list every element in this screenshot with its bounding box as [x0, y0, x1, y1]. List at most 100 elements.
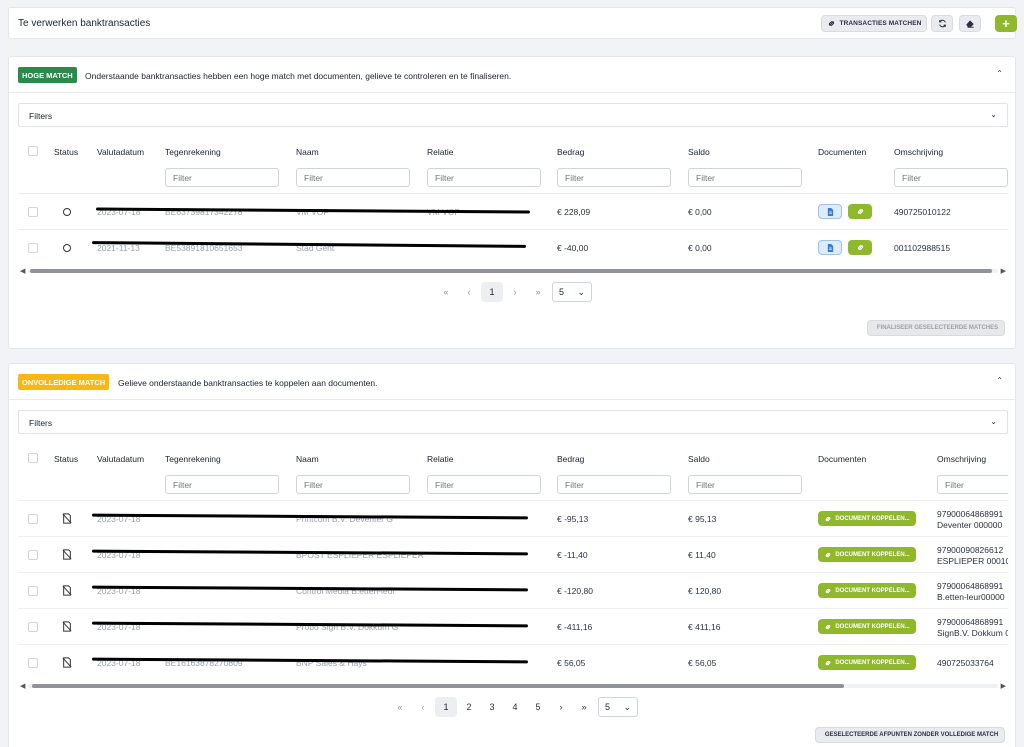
- scroll-thumb[interactable]: [32, 684, 844, 688]
- row-checkbox[interactable]: [28, 550, 38, 560]
- finalize-matches-button[interactable]: FINALISEER GESELECTEERDE MATCHES: [867, 320, 1005, 336]
- filter-tegenrekening-input[interactable]: [165, 475, 279, 494]
- row-checkbox[interactable]: [28, 622, 38, 632]
- high-match-filters[interactable]: Filters ⌄: [18, 103, 1008, 127]
- filter-relatie-input[interactable]: [427, 168, 541, 187]
- filters-label: Filters: [29, 418, 53, 428]
- col-omschrijving[interactable]: Omschrijving: [894, 147, 943, 157]
- row-checkbox[interactable]: [28, 514, 38, 524]
- row-description: 97900064868991 Deventer 000000: [937, 509, 1003, 531]
- chevron-up-icon[interactable]: ⌃: [996, 69, 1003, 78]
- add-button[interactable]: +: [995, 15, 1017, 32]
- scroll-thumb[interactable]: [30, 269, 992, 273]
- filter-tegenrekening-input[interactable]: [165, 168, 279, 187]
- filter-omschrijving-input[interactable]: [894, 168, 1008, 187]
- table-row[interactable]: 2023-07-18 BPOST ESPLIEPER ESPLIEPER € -…: [18, 536, 1008, 572]
- horizontal-scrollbar[interactable]: ◀ ▶: [18, 682, 1008, 690]
- match-transactions-button[interactable]: TRANSACTIES MATCHEN: [821, 15, 927, 32]
- col-bedrag[interactable]: Bedrag: [557, 147, 584, 157]
- row-checkbox[interactable]: [28, 243, 38, 253]
- link-document-button[interactable]: DOCUMENT KOPPELEN...: [818, 619, 916, 634]
- col-omschrijving[interactable]: Omschrijving: [937, 454, 986, 464]
- col-naam[interactable]: Naam: [296, 454, 319, 464]
- filter-saldo-input[interactable]: [688, 168, 802, 187]
- next-page-button[interactable]: ›: [550, 697, 572, 717]
- page-size-select[interactable]: 5 ⌄: [598, 697, 638, 717]
- link-icon: [826, 588, 831, 593]
- page-size-select[interactable]: 5 ⌄: [552, 282, 592, 302]
- col-tegenrekening[interactable]: Tegenrekening: [165, 454, 221, 464]
- first-page-button[interactable]: «: [389, 697, 411, 717]
- eraser-button[interactable]: [959, 15, 981, 32]
- filter-relatie-input[interactable]: [427, 475, 541, 494]
- filter-omschrijving-input[interactable]: [937, 475, 1008, 494]
- col-valutadatum[interactable]: Valutadatum: [97, 454, 144, 464]
- filter-naam-input[interactable]: [296, 475, 410, 494]
- page-button[interactable]: 1: [435, 697, 457, 717]
- link-document-button[interactable]: DOCUMENT KOPPELEN...: [818, 655, 916, 670]
- row-checkbox[interactable]: [28, 586, 38, 596]
- prev-page-button[interactable]: ‹: [458, 282, 480, 302]
- col-saldo[interactable]: Saldo: [688, 454, 710, 464]
- first-page-button[interactable]: «: [435, 282, 457, 302]
- table-row[interactable]: 2023-07-18 Control Media B.etten-leur € …: [18, 572, 1008, 608]
- col-relatie[interactable]: Relatie: [427, 454, 453, 464]
- row-saldo: € 0,00: [688, 207, 712, 217]
- affix-without-match-button[interactable]: GESELECTEERDE AFPUNTEN ZONDER VOLLEDIGE …: [815, 727, 1005, 743]
- page-button[interactable]: 1: [481, 282, 503, 302]
- incomplete-match-filters[interactable]: Filters ⌄: [18, 410, 1008, 434]
- table-row[interactable]: 2021-11-13 BE53891810651653 Stad Gent € …: [18, 229, 1008, 265]
- select-all-checkbox[interactable]: [28, 146, 38, 156]
- row-checkbox[interactable]: [28, 658, 38, 668]
- last-page-button[interactable]: »: [527, 282, 549, 302]
- col-naam[interactable]: Naam: [296, 147, 319, 157]
- scroll-right-icon[interactable]: ▶: [1001, 267, 1006, 275]
- link-document-button[interactable]: [848, 204, 872, 219]
- col-bedrag[interactable]: Bedrag: [557, 454, 584, 464]
- col-valutadatum[interactable]: Valutadatum: [97, 147, 144, 157]
- horizontal-scrollbar[interactable]: ◀ ▶: [18, 267, 1008, 275]
- link-document-button[interactable]: DOCUMENT KOPPELEN...: [818, 547, 916, 562]
- view-document-button[interactable]: [818, 240, 842, 255]
- row-checkbox[interactable]: [28, 207, 38, 217]
- table-row[interactable]: 2023-07-18 BE16163878270809 BNP Sales & …: [18, 644, 1008, 680]
- page-button[interactable]: 4: [504, 697, 526, 717]
- row-saldo: € 0,00: [688, 243, 712, 253]
- view-document-button[interactable]: [818, 204, 842, 219]
- table-row[interactable]: 2023-07-18 Probo Sign B.V. Dokkum G € -4…: [18, 608, 1008, 644]
- col-saldo[interactable]: Saldo: [688, 147, 710, 157]
- page-button[interactable]: 5: [527, 697, 549, 717]
- chevron-down-icon: ⌄: [990, 417, 997, 426]
- page-button[interactable]: 3: [481, 697, 503, 717]
- row-description: 97900064868991 SignB.V. Dokkum 0: [937, 617, 1008, 639]
- link-document-button[interactable]: DOCUMENT KOPPELEN...: [818, 511, 916, 526]
- col-tegenrekening[interactable]: Tegenrekening: [165, 147, 221, 157]
- filter-bedrag-input[interactable]: [557, 168, 671, 187]
- row-saldo: € 56,05: [688, 658, 717, 668]
- high-match-header[interactable]: HOGE MATCH Onderstaande banktransacties …: [9, 57, 1015, 93]
- scroll-left-icon[interactable]: ◀: [20, 682, 25, 690]
- table-row[interactable]: 2023-07-18 BE63739817342278 VM VOF VM VO…: [18, 193, 1008, 229]
- scroll-right-icon[interactable]: ▶: [1001, 682, 1006, 690]
- col-relatie[interactable]: Relatie: [427, 147, 453, 157]
- link-document-button[interactable]: DOCUMENT KOPPELEN...: [818, 583, 916, 598]
- filter-naam-input[interactable]: [296, 168, 410, 187]
- row-description: 001102988515: [894, 243, 951, 253]
- page-button[interactable]: 2: [458, 697, 480, 717]
- chevron-up-icon[interactable]: ⌃: [996, 376, 1003, 385]
- scroll-left-icon[interactable]: ◀: [20, 267, 25, 275]
- incomplete-match-header[interactable]: ONVOLLEDIGE MATCH Gelieve onderstaande b…: [9, 364, 1015, 400]
- refresh-button[interactable]: [931, 15, 953, 32]
- incomplete-match-table: Status Valutadatum Tegenrekening Naam Re…: [18, 444, 1008, 681]
- row-description-line: 97900064868991: [937, 509, 1004, 519]
- link-document-button[interactable]: [848, 240, 872, 255]
- filter-saldo-input[interactable]: [688, 475, 802, 494]
- select-all-checkbox[interactable]: [28, 453, 38, 463]
- table-row[interactable]: 2023-07-18 Printcom B.V. Deventer G € -9…: [18, 500, 1008, 536]
- page-size-value: 5: [605, 702, 611, 712]
- prev-page-button[interactable]: ‹: [412, 697, 434, 717]
- last-page-button[interactable]: »: [573, 697, 595, 717]
- filter-bedrag-input[interactable]: [557, 475, 671, 494]
- next-page-button[interactable]: ›: [504, 282, 526, 302]
- page-title: Te verwerken banktransacties: [18, 18, 151, 29]
